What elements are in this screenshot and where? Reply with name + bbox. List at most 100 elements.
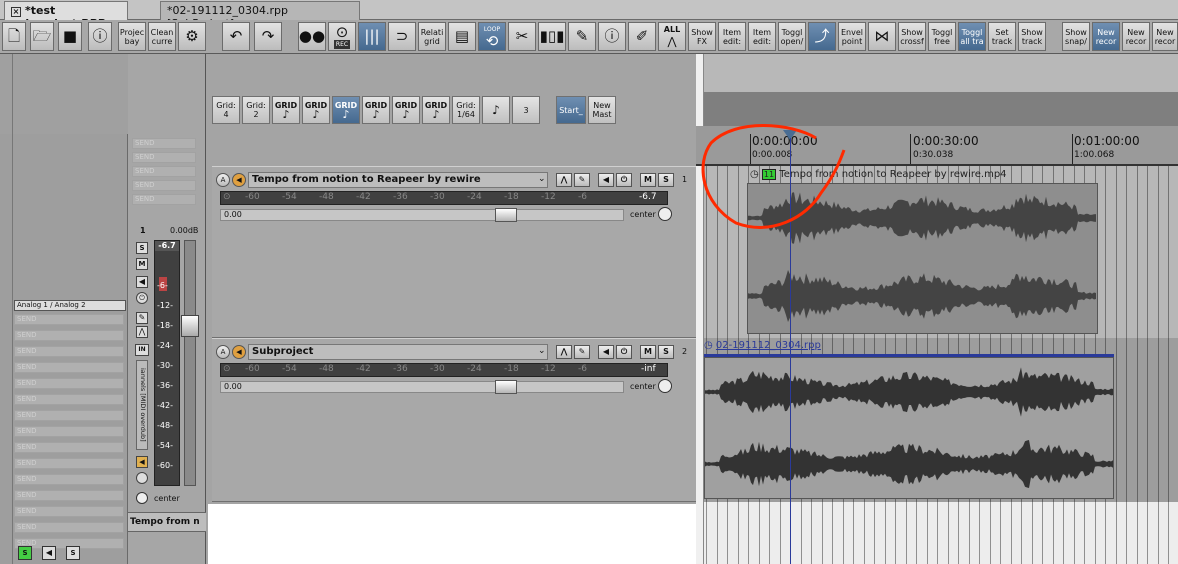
track-2[interactable]: A ◀ Subproject ⌄ ⋀ ✎ ◀ ⏻ M S 2 ⊙ -60 -54 -4… [212,338,696,502]
set-track-button[interactable]: Set track [988,22,1016,51]
fx-icon[interactable]: ◀ [42,546,56,560]
send-slot[interactable]: SEND [14,394,124,405]
send-slot[interactable]: SEND [14,362,124,373]
envelope-icon[interactable]: ⋀ [556,345,572,359]
show-snap-button[interactable]: Show snap/ [1062,22,1090,51]
rec-mode-button[interactable]: ⊙ REC [328,22,356,51]
track-1[interactable]: A ◀ Tempo from notion to Reapeer by rewi… [212,166,696,338]
metronome-button[interactable]: ▤ [448,22,476,51]
pencil-icon[interactable]: ✎ [136,312,148,324]
snap-button[interactable]: ⊃ [388,22,416,51]
solo-green-button[interactable]: S [18,546,32,560]
new-project-button[interactable]: 🗋 [2,22,26,51]
open-project-button[interactable]: 🗁 [30,22,54,51]
send-slot[interactable]: SEND [14,378,124,389]
envelope-point-button[interactable]: Envel point [838,22,866,51]
toggle-open-button[interactable]: Toggl open/ [778,22,806,51]
split-button[interactable]: ✂ [508,22,536,51]
power-icon[interactable]: ⏻ [616,345,632,359]
new-record-3-button[interactable]: New recor [1152,22,1178,51]
phase-icon[interactable] [136,472,148,484]
pencil-button[interactable]: ✎ [568,22,596,51]
pan-knob[interactable] [658,207,672,221]
fx-icon[interactable]: ◀ [136,276,148,288]
speaker-icon[interactable]: ◀ [232,345,246,359]
new-record-1-button[interactable]: New recor [1092,22,1120,51]
relative-grid-button[interactable]: Relati grid [418,22,446,51]
envelope-icon[interactable]: ⋀ [136,326,148,338]
send-slot[interactable]: SEND [14,410,124,421]
routing-field[interactable]: Analog 1 / Analog 2 [14,300,126,311]
show-track-button[interactable]: Show track [1018,22,1046,51]
project-info-button[interactable]: ⓘ [88,22,112,51]
record-button[interactable]: ●● [298,22,326,51]
show-fx-button[interactable]: Show FX [688,22,716,51]
grid-button-1[interactable]: Grid: 2 [242,96,270,124]
close-icon[interactable]: × [11,7,21,17]
mute-button[interactable]: M [640,173,656,187]
chevron-down-icon[interactable]: ⌄ [538,174,546,184]
triplet-button[interactable]: 3 [512,96,540,124]
project-bay-button[interactable]: Projec bay [118,22,146,51]
send-slot[interactable]: SEND [132,152,196,163]
grid-button-7[interactable]: GRID ♪ [422,96,450,124]
grid-lines-button[interactable]: ||| [358,22,386,51]
tab-test-subproject[interactable]: ×*test subproject.RPP [4,1,128,30]
clean-current-button[interactable]: Clean curre [148,22,176,51]
item-edit-1-button[interactable]: Item edit: [718,22,746,51]
mixer-track-name[interactable]: Tempo from n [128,512,206,532]
record-arm-button[interactable]: A [216,173,230,187]
media-item-2[interactable] [704,357,1114,499]
volume-knob[interactable] [495,380,517,394]
send-slot[interactable]: SEND [14,346,124,357]
fx-icon[interactable]: ◀ [598,173,614,187]
save-project-button[interactable]: ■ [58,22,82,51]
solo-button[interactable]: S [136,242,148,254]
channel-mode-label[interactable]: iannels [MIDI overdub] [136,360,148,450]
speaker-icon[interactable]: ◀ [136,456,148,468]
send-slot[interactable]: SEND [14,330,124,341]
solo-button[interactable]: S [658,173,674,187]
item-edit-2-button[interactable]: Item edit: [748,22,776,51]
pan-knob[interactable] [136,492,148,504]
toggle-all-tracks-button[interactable]: Toggl all tra [958,22,986,51]
toggle-free-button[interactable]: Toggl free [928,22,956,51]
grid-button-4[interactable]: GRID ♪ [332,96,360,124]
send-slot[interactable]: SEND [14,474,124,485]
mute-button[interactable]: M [136,258,148,270]
solo-button[interactable]: S [66,546,80,560]
mute-button[interactable]: M [640,345,656,359]
grid-button-8[interactable]: Grid: 1/64 [452,96,480,124]
send-slot[interactable]: SEND [14,490,124,501]
grid-button-3[interactable]: GRID ♪ [302,96,330,124]
send-slot[interactable]: SEND [132,138,196,149]
pencil-icon[interactable]: ✎ [574,173,590,187]
show-crossfade-button[interactable]: Show crossf [898,22,926,51]
input-button[interactable]: IN [135,344,149,356]
pan-knob[interactable] [658,379,672,393]
render-button[interactable]: ⚙ [178,22,206,51]
fx-icon[interactable]: ◀ [598,345,614,359]
envelope-toggle-button[interactable]: ⤴ [808,22,836,51]
pencil-icon[interactable]: ✎ [574,345,590,359]
volume-knob[interactable] [495,208,517,222]
redo-button[interactable]: ↷ [254,22,282,51]
start-button[interactable]: Start_ [556,96,586,124]
grid-button-0[interactable]: Grid: 4 [212,96,240,124]
send-slot[interactable]: SEND [14,506,124,517]
send-slot[interactable]: SEND [14,458,124,469]
item-info-button[interactable]: ⓘ [598,22,626,51]
grid-button-5[interactable]: GRID ♪ [362,96,390,124]
new-master-button[interactable]: New Mast [588,96,616,124]
send-slot[interactable]: SEND [14,314,124,325]
track-name[interactable]: Subproject [248,344,548,360]
waveform-button[interactable]: ▮▯▮ [538,22,566,51]
envelope-icon[interactable]: ⋀ [556,173,572,187]
loop-button[interactable]: LOOP ⟲ [478,22,506,51]
speaker-icon[interactable]: ◀ [232,173,246,187]
grid-button-2[interactable]: GRID ♪ [272,96,300,124]
send-slot[interactable]: SEND [132,180,196,191]
volume-fader-knob[interactable] [181,315,199,337]
chevron-down-icon[interactable]: ⌄ [538,346,546,356]
undo-button[interactable]: ↶ [222,22,250,51]
